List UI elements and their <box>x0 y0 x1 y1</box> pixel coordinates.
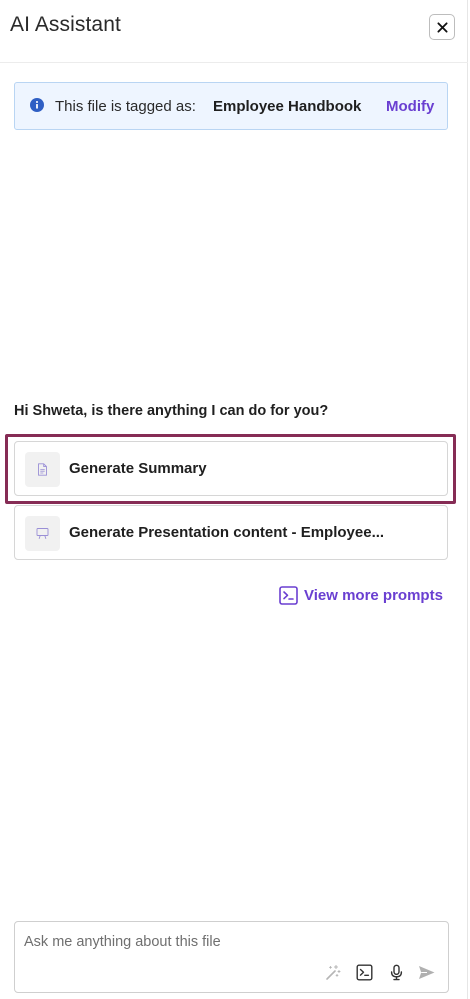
greeting-message: Hi Shweta, is there anything I can do fo… <box>14 403 329 419</box>
message-input[interactable] <box>24 931 424 953</box>
file-tag-banner: This file is tagged as: Employee Handboo… <box>14 82 448 130</box>
message-composer <box>14 921 449 993</box>
prompt-label: Generate Presentation content - Employee… <box>69 524 385 541</box>
tag-prefix-label: This file is tagged as: <box>55 98 196 115</box>
panel-title: AI Assistant <box>10 13 121 36</box>
info-icon <box>30 98 44 112</box>
view-more-prompts-label: View more prompts <box>304 586 443 604</box>
tag-value: Employee Handbook <box>213 98 362 115</box>
ai-assistant-panel: AI Assistant This file is tagged as: Emp… <box>0 0 468 999</box>
prompt-icon-container <box>25 516 60 551</box>
send-icon <box>418 965 434 979</box>
prompt-generate-presentation[interactable]: Generate Presentation content - Employee… <box>14 505 448 560</box>
presentation-icon <box>36 528 49 539</box>
prompt-library-button[interactable] <box>354 962 374 982</box>
magic-wand-icon <box>325 964 340 980</box>
panel-header: AI Assistant <box>0 0 468 63</box>
modify-tag-link[interactable]: Modify <box>386 98 434 115</box>
prompt-terminal-icon <box>356 964 373 981</box>
close-button[interactable] <box>429 14 455 40</box>
close-icon <box>436 21 448 33</box>
send-button[interactable] <box>416 962 436 982</box>
microphone-icon <box>390 964 402 980</box>
prompt-icon-container <box>25 452 60 487</box>
prompt-terminal-icon <box>279 585 298 605</box>
magic-wand-button[interactable] <box>322 962 342 982</box>
prompt-generate-summary[interactable]: Generate Summary <box>14 441 448 496</box>
prompt-label: Generate Summary <box>69 460 207 477</box>
microphone-button[interactable] <box>386 962 406 982</box>
view-more-prompts-link[interactable]: View more prompts <box>279 585 443 605</box>
document-icon <box>38 463 47 476</box>
